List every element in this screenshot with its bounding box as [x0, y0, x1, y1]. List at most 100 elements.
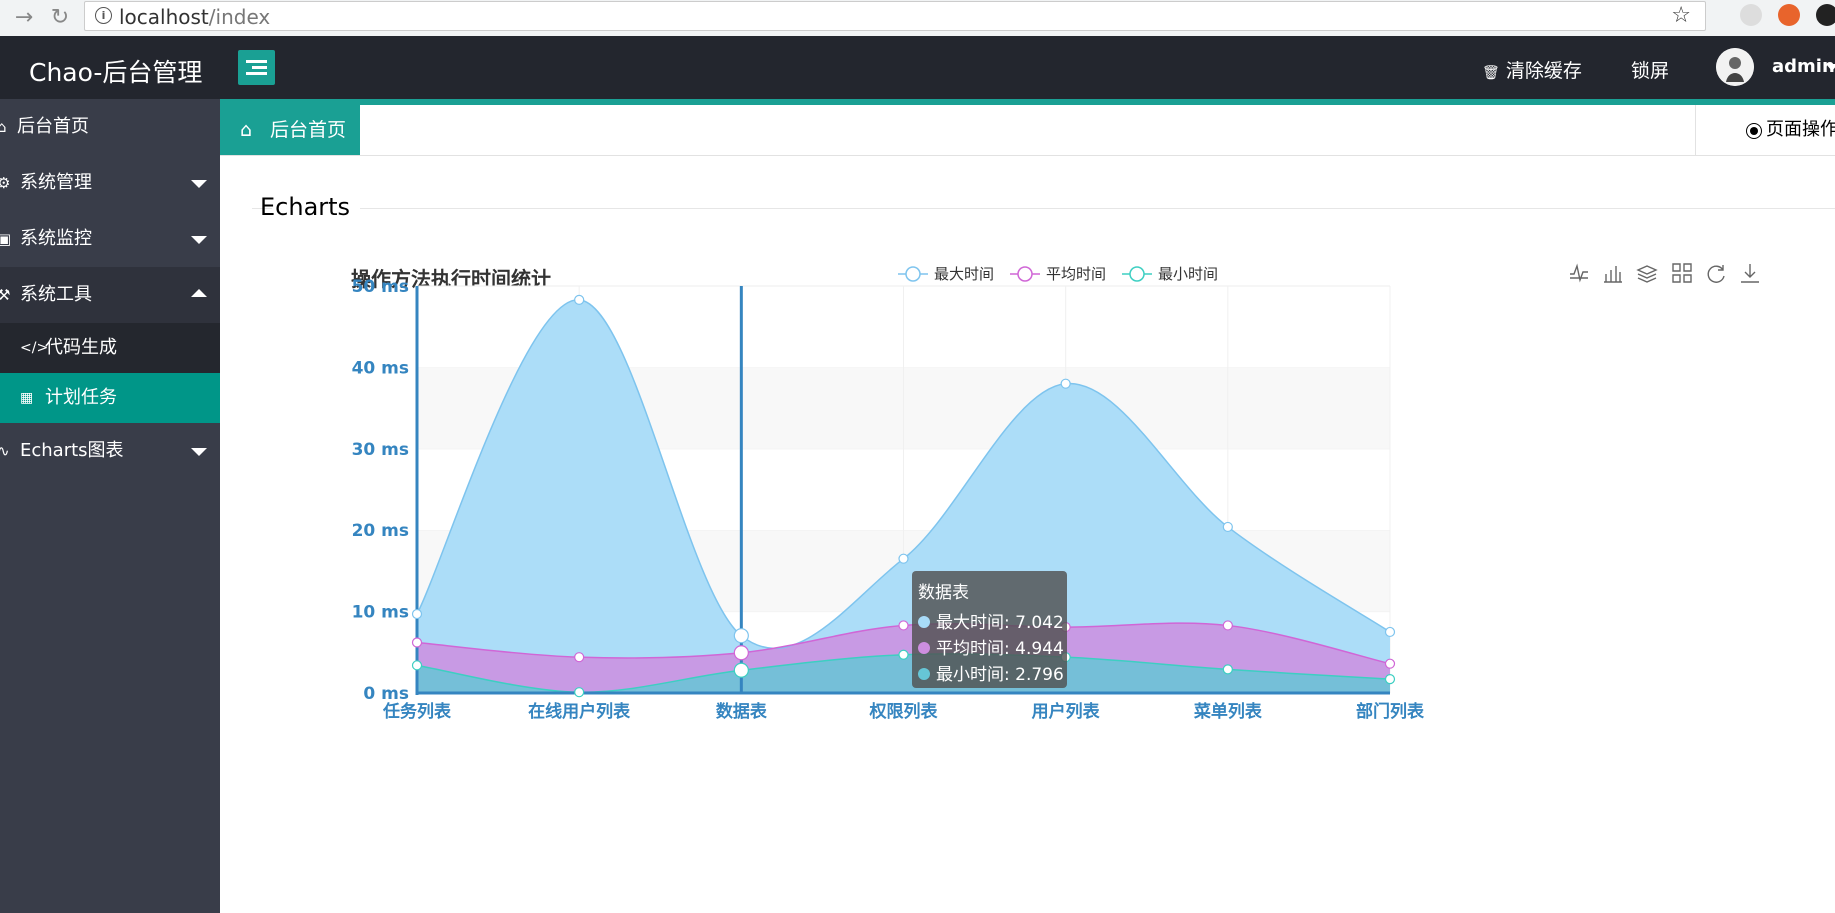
chevron-down-icon: [191, 236, 207, 244]
legend-swatch: [905, 266, 921, 282]
data-point[interactable]: [733, 645, 749, 661]
data-point[interactable]: [1384, 658, 1396, 669]
reload-icon[interactable]: ↻: [48, 6, 72, 30]
trash-icon: 🗑: [1482, 65, 1500, 81]
sidebar: ⌂ 后台首页 ⚙ 系统管理 ▣ 系统监控 ⚒ 系统工具 </> 代码生成 ▦ 计…: [0, 99, 220, 913]
data-point[interactable]: [898, 553, 909, 564]
tooltip-title: 数据表: [918, 583, 969, 603]
address-url: localhost/index: [119, 5, 271, 29]
data-point[interactable]: [1222, 620, 1233, 631]
y-tick-label: 40 ms: [352, 358, 409, 378]
data-point[interactable]: [898, 620, 909, 631]
chart-toolbox: [1570, 263, 1759, 283]
sidebar-item-home[interactable]: ⌂ 后台首页: [0, 99, 220, 155]
data-point[interactable]: [1222, 664, 1233, 675]
x-tick-label: 数据表: [716, 701, 768, 722]
download-icon[interactable]: [1741, 264, 1759, 283]
address-bar[interactable]: i localhost/index ☆: [84, 1, 1706, 31]
legend-label: 最小时间: [1158, 265, 1218, 283]
data-point[interactable]: [1222, 521, 1233, 533]
info-icon[interactable]: i: [95, 7, 112, 24]
gear-icon: ⚙: [0, 174, 11, 192]
star-icon[interactable]: ☆: [1671, 3, 1691, 28]
x-tick-label: 任务列表: [382, 701, 452, 722]
legend-swatch: [1017, 266, 1033, 282]
clear-cache-button[interactable]: 🗑 清除缓存: [1482, 56, 1582, 83]
data-point[interactable]: [898, 649, 909, 660]
brand-title: Chao-后台管理: [29, 58, 203, 87]
legend-label: 平均时间: [1046, 265, 1106, 283]
legend-item[interactable]: 最大时间: [898, 265, 994, 283]
data-point[interactable]: [574, 687, 585, 698]
line-chart-icon[interactable]: [1570, 263, 1588, 283]
y-tick-label: 0 ms: [363, 684, 409, 704]
lock-screen-button[interactable]: 锁屏: [1631, 56, 1669, 83]
y-tick-label: 20 ms: [352, 521, 409, 541]
sidebar-item-system-tools[interactable]: ⚒ 系统工具: [0, 267, 220, 323]
chevron-up-icon: [191, 289, 207, 297]
legend-label: 最大时间: [934, 265, 994, 283]
data-point[interactable]: [574, 294, 585, 305]
tooltip-swatch: [918, 642, 930, 654]
data-point[interactable]: [1384, 674, 1396, 685]
forward-icon[interactable]: →: [12, 6, 36, 30]
sidebar-item-system-monitor[interactable]: ▣ 系统监控: [0, 211, 220, 267]
data-point[interactable]: [1060, 378, 1071, 389]
code-icon: </>: [20, 340, 49, 356]
sidebar-item-system-admin[interactable]: ⚙ 系统管理: [0, 155, 220, 211]
x-tick-label: 用户列表: [1032, 701, 1101, 722]
sidebar-item-code-gen[interactable]: </> 代码生成: [0, 323, 220, 373]
data-point[interactable]: [574, 652, 585, 663]
data-point[interactable]: [411, 660, 423, 671]
chart-legend: 最大时间 平均时间 最小时间: [898, 265, 1218, 283]
legend-item[interactable]: 平均时间: [1010, 265, 1106, 283]
sidebar-item-echarts[interactable]: ∿ Echarts图表: [0, 423, 220, 479]
tab-home[interactable]: ⌂ 后台首页: [220, 105, 360, 155]
data-point[interactable]: [411, 637, 423, 648]
home-icon: ⌂: [0, 118, 7, 136]
top-header: Chao-后台管理 🗑 清除缓存 锁屏 admin: [0, 36, 1835, 99]
extension-icon[interactable]: [1778, 4, 1800, 26]
tab-bar: ⌂ 后台首页 页面操作: [220, 105, 1835, 156]
tools-icon: ⚒: [0, 286, 11, 304]
tooltip-swatch: [918, 668, 930, 680]
tooltip-row: 最小时间: 2.796: [936, 665, 1064, 685]
pulse-icon: ∿: [0, 442, 10, 460]
x-tick-label: 权限列表: [869, 701, 939, 722]
data-point[interactable]: [733, 628, 749, 644]
refresh-icon[interactable]: [1707, 265, 1725, 283]
y-tick-label: 50 ms: [352, 277, 409, 297]
tooltip-row: 最大时间: 7.042: [936, 613, 1064, 633]
y-tick-label: 10 ms: [352, 603, 409, 623]
tooltip-swatch: [918, 616, 930, 628]
extension-icon[interactable]: [1740, 4, 1762, 26]
monitor-icon: ▣: [0, 230, 12, 248]
legend-item[interactable]: 最小时间: [1122, 265, 1218, 283]
x-tick-label: 部门列表: [1356, 701, 1425, 722]
home-icon: ⌂: [240, 119, 253, 141]
browser-toolbar: → ↻ i localhost/index ☆: [0, 0, 1835, 37]
menu-toggle-button[interactable]: [238, 50, 275, 85]
chevron-down-icon[interactable]: [1826, 64, 1835, 71]
area-chart[interactable]: 操作方法执行时间统计 最大时间 平均时间 最小时间 0 ms10 ms20 ms…: [220, 156, 1835, 913]
chart-tooltip: 数据表最大时间: 7.042 平均时间: 4.944 最小时间: 2.796: [912, 571, 1067, 688]
bar-chart-icon[interactable]: [1604, 266, 1622, 283]
y-tick-label: 30 ms: [352, 440, 409, 460]
radio-target-icon: [1746, 123, 1762, 139]
avatar[interactable]: [1716, 48, 1754, 86]
tiled-icon[interactable]: [1672, 263, 1692, 283]
data-point[interactable]: [1384, 626, 1396, 638]
chevron-down-icon: [191, 180, 207, 188]
extension-icon[interactable]: [1816, 4, 1835, 26]
data-point[interactable]: [733, 662, 749, 678]
content-area: Echarts 操作方法执行时间统计 最大时间 平均时间 最小时间 0 ms 1…: [220, 156, 1835, 913]
chevron-down-icon: [191, 448, 207, 456]
sidebar-item-scheduled-task[interactable]: ▦ 计划任务: [0, 373, 220, 423]
data-point[interactable]: [411, 608, 423, 620]
table-icon: ▦: [20, 390, 34, 406]
x-tick-label: 菜单列表: [1193, 701, 1263, 722]
stack-icon[interactable]: [1636, 265, 1658, 283]
page-operations-button[interactable]: 页面操作: [1695, 105, 1835, 155]
tooltip-row: 平均时间: 4.944: [936, 639, 1064, 659]
x-tick-label: 在线用户列表: [528, 701, 631, 722]
